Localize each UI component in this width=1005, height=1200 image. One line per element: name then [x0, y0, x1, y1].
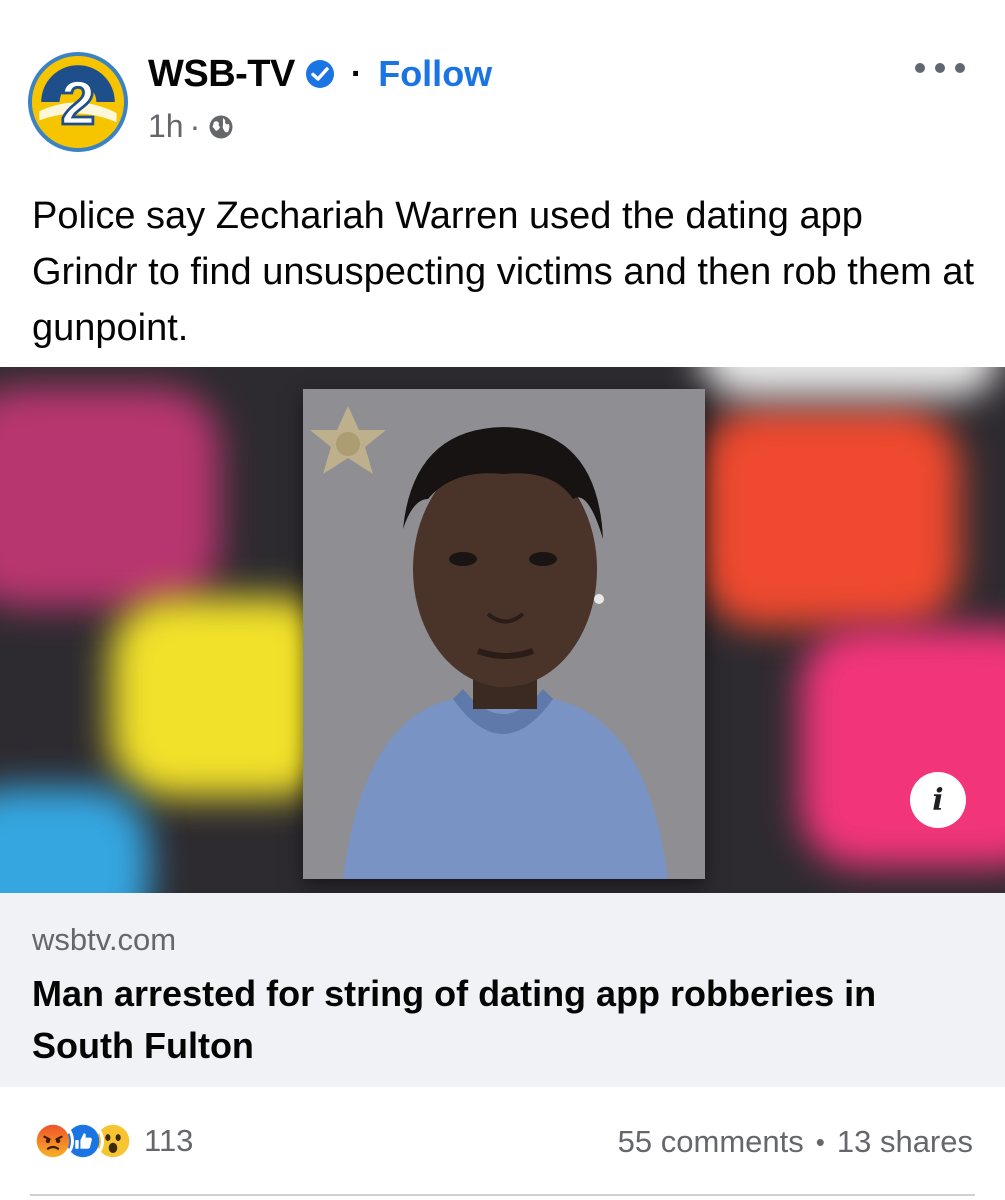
comments-count[interactable]: 55 comments [618, 1124, 804, 1160]
background-app-icon [0, 787, 150, 893]
follow-button[interactable]: Follow [378, 53, 492, 95]
more-dot [955, 63, 965, 73]
engagement-stats: 55 comments • 13 shares [618, 1124, 973, 1160]
angry-reaction-icon [32, 1120, 74, 1162]
page-name[interactable]: WSB-TV [148, 53, 295, 96]
more-dot [935, 63, 945, 73]
reaction-count: 113 [144, 1123, 194, 1158]
post-caption: Police say Zechariah Warren used the dat… [32, 195, 975, 349]
background-app-icon [700, 407, 960, 627]
background-app-icon [0, 387, 220, 607]
post-header: 2 WSB-TV · Follow 1h · [0, 0, 1005, 170]
divider [30, 1194, 975, 1196]
wsb-logo-icon: 2 [32, 56, 124, 148]
background-app-icon [700, 367, 1000, 397]
more-dot [915, 63, 925, 73]
shares-count[interactable]: 13 shares [837, 1124, 973, 1160]
page-avatar[interactable]: 2 [28, 52, 128, 152]
link-domain: wsbtv.com [32, 922, 177, 957]
globe-icon[interactable] [208, 114, 234, 140]
stats-separator: • [815, 1126, 825, 1157]
link-preview-image[interactable]: i [0, 367, 1005, 893]
name-row: WSB-TV · Follow [148, 50, 492, 98]
post-meta: 1h · [148, 108, 234, 145]
mugshot-photo [303, 389, 705, 879]
name-separator: · [350, 54, 363, 93]
more-options-icon[interactable] [915, 58, 965, 78]
post-timestamp[interactable]: 1h [148, 108, 184, 145]
background-app-icon [800, 627, 1005, 867]
verified-badge-icon [305, 59, 335, 89]
logo-numeral: 2 [61, 68, 96, 138]
link-headline[interactable]: Man arrested for string of dating app ro… [32, 968, 972, 1072]
info-button[interactable]: i [910, 772, 966, 828]
meta-separator: · [189, 108, 201, 144]
reactions-summary[interactable]: 113 [32, 1120, 193, 1162]
